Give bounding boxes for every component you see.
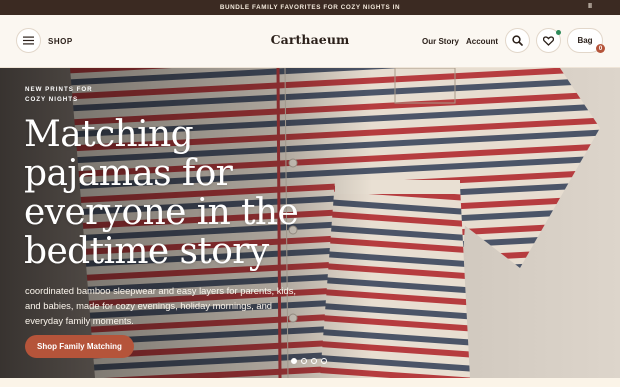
nav-our-story[interactable]: Our Story — [422, 37, 459, 46]
nav-account[interactable]: Account — [466, 37, 498, 46]
bag-label: Bag — [577, 36, 593, 45]
carousel-dot-3[interactable] — [311, 358, 317, 364]
next-section-edge — [0, 378, 620, 387]
pause-icon[interactable]: II — [588, 3, 592, 10]
carousel-dot-4[interactable] — [321, 358, 327, 364]
shop-family-matching-button[interactable]: Shop Family Matching — [25, 335, 134, 358]
site-header: SHOP Carthaeum Our Story Account Bag 0 — [0, 15, 620, 68]
hero-eyebrow: NEW PRINTS FOR COZY NIGHTS — [25, 86, 93, 103]
carousel-dots — [291, 358, 327, 364]
search-icon — [512, 35, 523, 46]
search-button[interactable] — [505, 28, 530, 53]
carousel-dot-1[interactable] — [291, 358, 297, 364]
announcement-bar: BUNDLE FAMILY FAVORITES FOR COZY NIGHTS … — [0, 0, 620, 15]
bag-count-badge: 0 — [596, 44, 605, 53]
carousel-dot-2[interactable] — [301, 358, 307, 364]
hero-banner: NEW PRINTS FOR COZY NIGHTS Matching paja… — [0, 68, 620, 378]
hero-headline: Matching pajamas for everyone in the bed… — [24, 114, 299, 272]
announcement-text: BUNDLE FAMILY FAVORITES FOR COZY NIGHTS … — [219, 4, 401, 11]
heart-icon — [543, 35, 554, 46]
wishlist-indicator-dot — [556, 30, 561, 35]
hero-subtext: coordinated bamboo sleepwear and easy la… — [25, 285, 296, 326]
